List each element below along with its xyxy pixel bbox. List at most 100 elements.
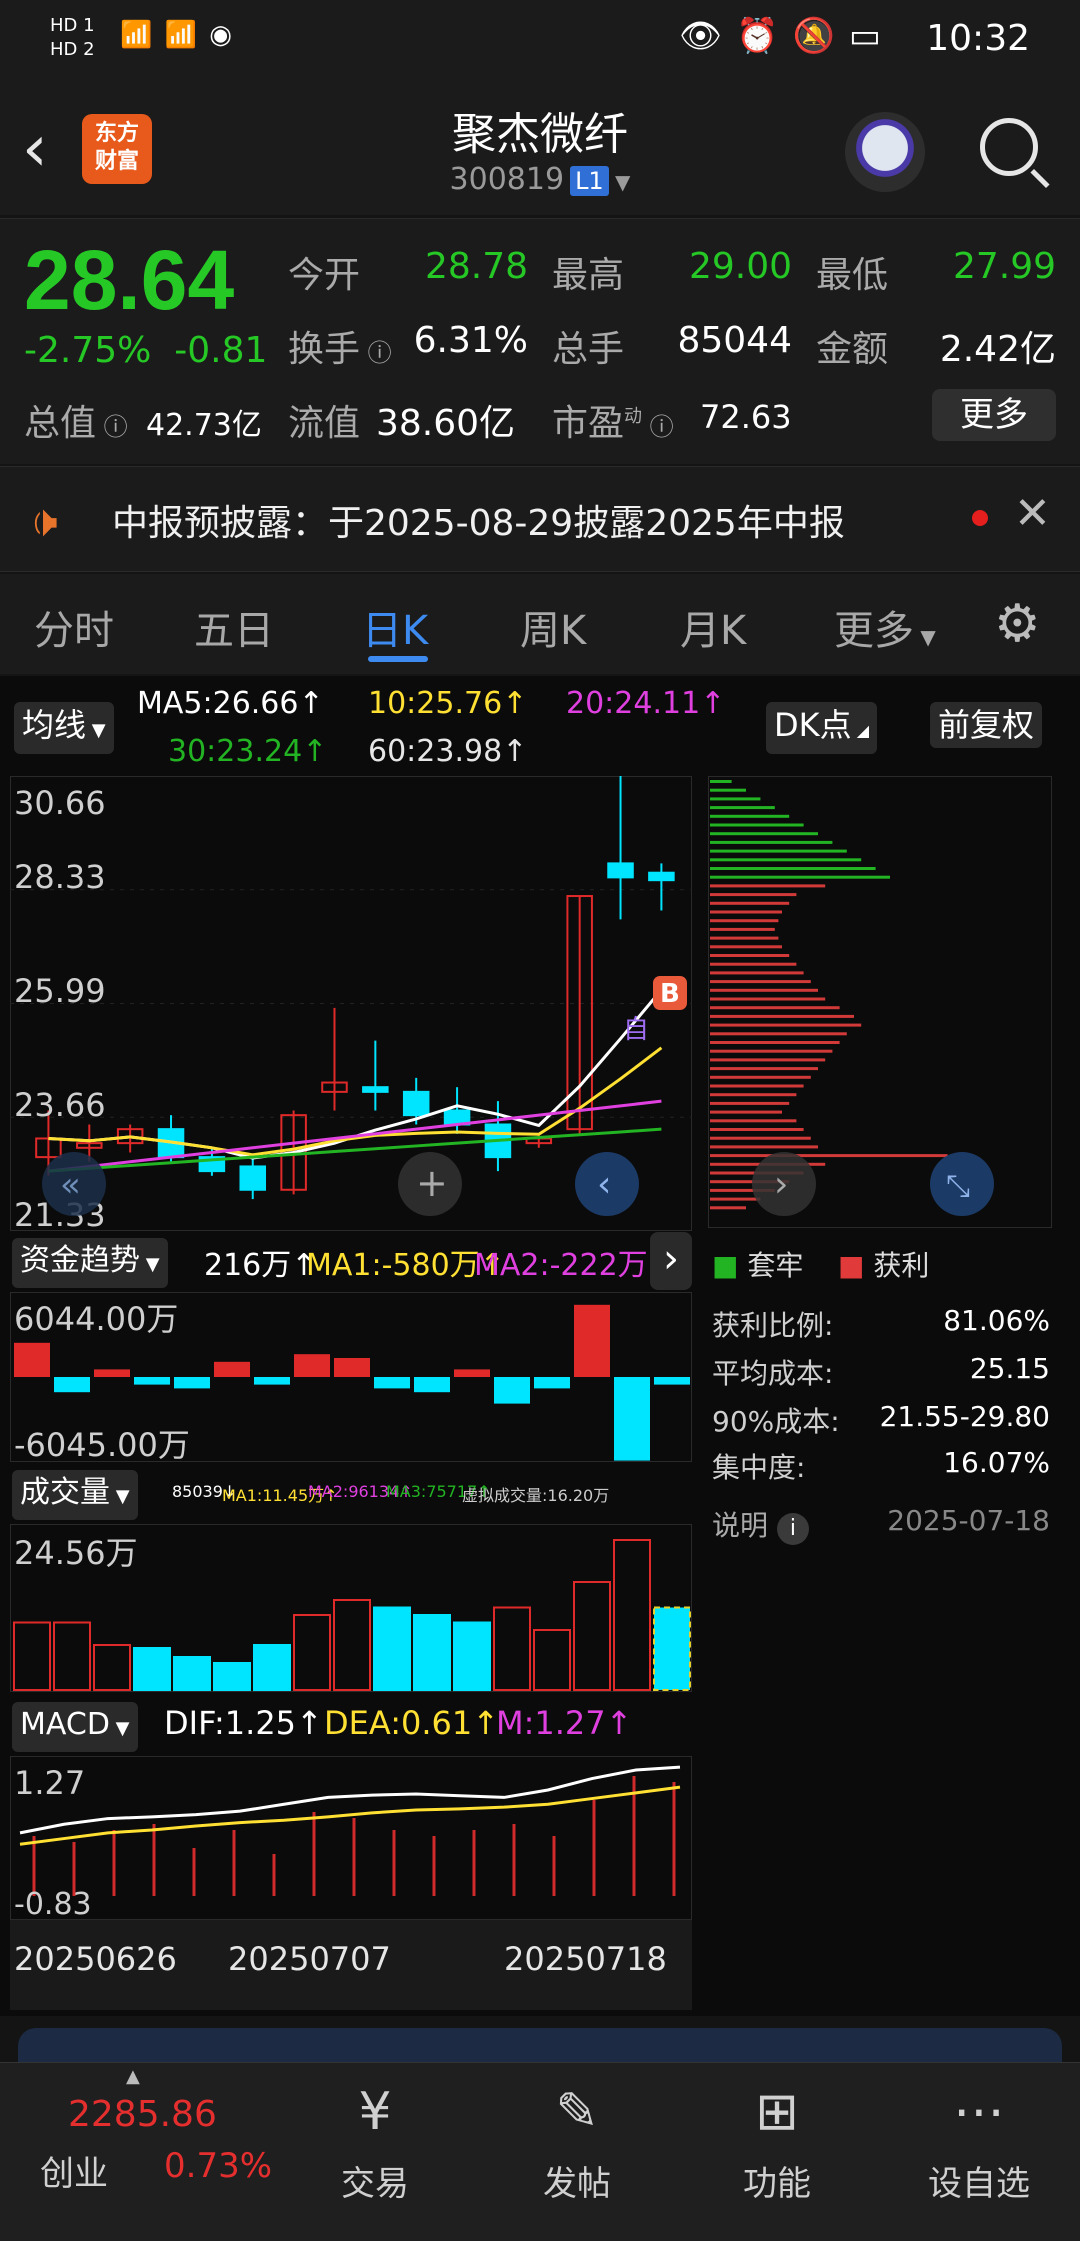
level-badge: L1 — [570, 166, 609, 196]
volume-dropdown[interactable]: 成交量 ▼ — [12, 1470, 138, 1520]
flow-bar-15 — [614, 1377, 650, 1461]
chip-bar-21 — [710, 962, 797, 966]
tab-weekly-k[interactable]: 周K — [520, 598, 586, 656]
tab-more[interactable]: 更多 ▼ — [834, 598, 936, 656]
tab-intraday[interactable]: 分时 — [34, 598, 114, 656]
chip-bar-19 — [710, 945, 782, 949]
index-change[interactable]: 0.73% — [164, 2146, 272, 2186]
notice-text[interactable]: 中报预披露：于2025-08-29披露2025年中报 — [112, 494, 845, 546]
flow-bar-2 — [94, 1369, 130, 1377]
search-icon[interactable] — [980, 118, 1038, 176]
tab-monthly-k[interactable]: 月K — [680, 598, 746, 656]
volume-bar-15 — [613, 1539, 651, 1691]
value-amount: 2.42亿 — [939, 329, 1056, 370]
kline-chart[interactable]: 30.66 28.33 25.99 23.66 21.33 B 自 « + ‹ — [10, 776, 692, 1231]
chip-bar-6 — [710, 832, 818, 836]
stat-profit-ratio-label: 获利比例: — [712, 1309, 834, 1342]
chip-bar-48 — [710, 1197, 761, 1201]
fund-flow-dropdown[interactable]: 资金趋势 ▼ — [12, 1238, 168, 1288]
info-icon: i — [776, 1513, 809, 1545]
candle-body-5 — [239, 1165, 267, 1191]
chip-bar-4 — [710, 814, 790, 818]
candle-body-9 — [402, 1090, 430, 1117]
tab-five-day[interactable]: 五日 — [194, 598, 274, 656]
close-icon[interactable]: ✕ — [1014, 488, 1051, 539]
ma10-line — [48, 1046, 663, 1157]
flow-bar-10 — [414, 1377, 450, 1393]
robot-avatar-icon[interactable] — [845, 112, 925, 192]
index-name[interactable]: 创业 — [40, 2146, 108, 2195]
chip-note[interactable]: 说明 i — [712, 1504, 809, 1545]
volume-chart[interactable]: 24.56万 — [10, 1524, 692, 1692]
more-button[interactable]: 更多 — [932, 389, 1056, 441]
tab-daily-k[interactable]: 日K — [362, 598, 428, 656]
ma5-value: MA5:26.66↑ — [137, 686, 324, 721]
chip-bar-30 — [710, 1041, 840, 1044]
flow-bar-6 — [254, 1377, 290, 1385]
price-change: -2.75% -0.81 — [24, 330, 268, 371]
volume-bar-2 — [93, 1644, 131, 1691]
more-dots-icon: ⋯ — [953, 2082, 1005, 2142]
label-low: 最低 — [816, 255, 889, 296]
adjust-button[interactable]: 前复权 — [930, 702, 1043, 748]
date-label-3: 20250718 — [504, 1940, 667, 1978]
expand-icon: ⤡ — [946, 1169, 970, 1204]
chip-bar-16 — [710, 919, 779, 923]
chip-distribution[interactable]: › ⤡ — [708, 776, 1052, 1228]
dk-point-button[interactable]: DK点 ◢ — [766, 702, 878, 754]
expand-panel-icon[interactable]: › — [650, 1232, 692, 1290]
volume-bar-13 — [533, 1629, 571, 1691]
chip-bar-34 — [710, 1075, 811, 1079]
volume-bar-3 — [133, 1647, 171, 1691]
label-pe: 市盈动 ⓘ — [552, 403, 674, 444]
chip-bar-3 — [710, 806, 775, 810]
grid-icon: ⊞ — [755, 2082, 799, 2142]
unread-dot — [972, 510, 988, 526]
chip-bar-29 — [710, 1032, 847, 1036]
nav-watchlist[interactable]: ⋯ 设自选 — [904, 2080, 1054, 2205]
chip-bar-17 — [710, 927, 775, 931]
legend-trap: ■ 套牢 — [712, 1249, 804, 1282]
stat-concentration-value: 16.07% — [943, 1446, 1050, 1479]
ma-dropdown[interactable]: 均线 ▼ — [14, 702, 114, 754]
chip-bar-37 — [710, 1101, 790, 1105]
fund-flow-chart[interactable]: 6044.00万 -6045.00万 — [10, 1292, 692, 1462]
status-bar: HD 1 HD 2 📶 📶 ◉ 👁⏰🔕▭ 10:32 — [0, 0, 1080, 80]
flow-bar-8 — [334, 1358, 370, 1377]
volume-bar-10 — [413, 1614, 451, 1691]
stat-avg-cost-value: 25.15 — [969, 1352, 1050, 1385]
volume-bar-7 — [293, 1614, 331, 1691]
flow-bar-12 — [494, 1377, 530, 1404]
chip-date: 2025-07-18 — [887, 1504, 1050, 1537]
value-pe: 72.63 — [700, 398, 792, 436]
macd-dropdown[interactable]: MACD ▼ — [12, 1702, 138, 1752]
candle-body-14 — [607, 862, 634, 879]
flow-bar-14 — [574, 1304, 610, 1377]
nav-trade[interactable]: ¥ 交易 — [300, 2080, 450, 2205]
nav-post[interactable]: ✎ 发帖 — [502, 2080, 652, 2205]
index-value[interactable]: 2285.86 — [68, 2094, 217, 2135]
chip-bar-32 — [710, 1058, 826, 1062]
flow-bar-0 — [14, 1342, 50, 1377]
flow-bar-3 — [134, 1377, 170, 1385]
prev-icon: ‹ — [597, 1164, 611, 1205]
volume-bar-5 — [213, 1662, 251, 1691]
volume-bar-14 — [573, 1581, 611, 1691]
macd-dif: DIF:1.25↑ — [164, 1704, 323, 1742]
nav-functions[interactable]: ⊞ 功能 — [702, 2080, 852, 2205]
gear-icon[interactable]: ⚙ — [994, 594, 1041, 654]
chip-bar-18 — [710, 936, 779, 940]
chip-bar-5 — [710, 823, 804, 827]
macd-chart[interactable]: 1.27 -0.83 20250626 20250707 20250718 — [10, 1756, 692, 2010]
value-open: 28.78 — [424, 246, 528, 287]
flow-top-label: 6044.00万 — [14, 1300, 178, 1338]
volume-bar-8 — [333, 1599, 371, 1691]
flow-bar-5 — [214, 1361, 250, 1377]
chip-bar-11 — [710, 875, 890, 879]
volume-top-label: 24.56万 — [14, 1534, 138, 1572]
chip-bar-36 — [710, 1093, 797, 1097]
flow-bar-1 — [54, 1377, 90, 1393]
tab-indicator — [368, 656, 428, 662]
status-icons: 👁⏰🔕▭ — [679, 16, 895, 56]
value-high: 29.00 — [688, 246, 792, 287]
